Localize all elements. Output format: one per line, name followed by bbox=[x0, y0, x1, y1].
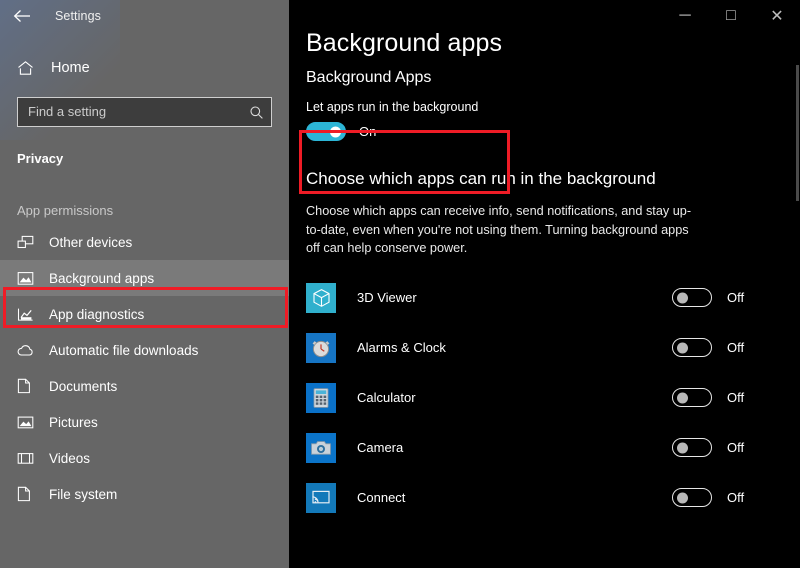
sidebar-item-label: Pictures bbox=[49, 415, 98, 430]
background-apps-icon bbox=[17, 268, 41, 288]
settings-window: Settings Home Find a setting Privacy App… bbox=[0, 0, 800, 568]
scrollbar-thumb[interactable] bbox=[796, 65, 799, 201]
app-name: Connect bbox=[357, 490, 672, 505]
app-name: Alarms & Clock bbox=[357, 340, 672, 355]
file-system-icon bbox=[17, 484, 41, 504]
toggle-knob bbox=[677, 342, 688, 353]
app-name: Camera bbox=[357, 440, 672, 455]
section-subtitle: Background Apps bbox=[289, 58, 800, 87]
app-toggle-switch[interactable] bbox=[672, 288, 712, 307]
sidebar-item-other-devices[interactable]: Other devices bbox=[0, 224, 289, 260]
app-row-camera: Camera Off bbox=[289, 423, 800, 473]
titlebar: Settings bbox=[0, 0, 289, 32]
app-row-3d-viewer: 3D Viewer Off bbox=[289, 273, 800, 323]
toggle-knob bbox=[677, 492, 688, 503]
sidebar-item-label: File system bbox=[49, 487, 117, 502]
master-toggle-switch[interactable] bbox=[306, 122, 346, 141]
sidebar-item-label: Automatic file downloads bbox=[49, 343, 198, 358]
app-toggle-state: Off bbox=[727, 440, 744, 455]
toggle-knob bbox=[677, 292, 688, 303]
app-toggle-switch[interactable] bbox=[672, 388, 712, 407]
sidebar-item-app-diagnostics[interactable]: App diagnostics bbox=[0, 296, 289, 332]
app-toggle-state: Off bbox=[727, 290, 744, 305]
master-toggle-row: On bbox=[306, 122, 506, 141]
window-title: Settings bbox=[55, 9, 101, 23]
other-devices-icon bbox=[17, 232, 41, 252]
app-row-alarms-clock: Alarms & Clock Off bbox=[289, 323, 800, 373]
back-arrow-icon[interactable] bbox=[0, 0, 44, 32]
search-icon[interactable] bbox=[241, 105, 271, 120]
choose-apps-description: Choose which apps can receive info, send… bbox=[289, 189, 693, 258]
app-row-calculator: Calculator Off bbox=[289, 373, 800, 423]
minimize-button[interactable]: ─ bbox=[662, 0, 708, 32]
toggle-knob bbox=[677, 442, 688, 453]
app-diagnostics-icon bbox=[17, 304, 41, 324]
sidebar-item-label: App diagnostics bbox=[49, 307, 144, 322]
master-toggle-state: On bbox=[359, 124, 376, 139]
calculator-icon bbox=[306, 383, 336, 413]
close-button[interactable]: ✕ bbox=[754, 0, 800, 32]
sidebar-item-label: Documents bbox=[49, 379, 117, 394]
app-toggle-switch[interactable] bbox=[672, 338, 712, 357]
search-input[interactable]: Find a setting bbox=[17, 97, 272, 127]
sidebar: Settings Home Find a setting Privacy App… bbox=[0, 0, 289, 568]
connect-icon bbox=[306, 483, 336, 513]
pictures-icon bbox=[17, 412, 41, 432]
app-toggle-state: Off bbox=[727, 490, 744, 505]
cloud-download-icon bbox=[17, 340, 41, 360]
sidebar-item-documents[interactable]: Documents bbox=[0, 368, 289, 404]
sidebar-item-home[interactable]: Home bbox=[0, 51, 289, 85]
home-icon bbox=[17, 60, 43, 76]
toggle-knob bbox=[330, 126, 341, 137]
app-toggle-switch[interactable] bbox=[672, 488, 712, 507]
sidebar-item-label: Other devices bbox=[49, 235, 132, 250]
app-toggle-wrap: Off bbox=[672, 438, 800, 457]
app-name: Calculator bbox=[357, 390, 672, 405]
3d-viewer-icon bbox=[306, 283, 336, 313]
app-toggle-wrap: Off bbox=[672, 488, 800, 507]
app-toggle-state: Off bbox=[727, 340, 744, 355]
toggle-knob bbox=[677, 392, 688, 403]
app-list: 3D Viewer Off Alarms & Clock bbox=[289, 273, 800, 523]
app-toggle-wrap: Off bbox=[672, 288, 800, 307]
maximize-button[interactable]: □ bbox=[708, 0, 754, 32]
search-placeholder: Find a setting bbox=[18, 98, 241, 126]
document-icon bbox=[17, 376, 41, 396]
window-controls: ─ □ ✕ bbox=[662, 0, 800, 32]
sidebar-home-label: Home bbox=[51, 60, 90, 76]
sidebar-item-file-system[interactable]: File system bbox=[0, 476, 289, 512]
sidebar-group-title: App permissions bbox=[0, 203, 289, 218]
main-content: ─ □ ✕ Background apps Background Apps Le… bbox=[289, 0, 800, 568]
app-row-connect: Connect Off bbox=[289, 473, 800, 523]
main-scrollbar[interactable] bbox=[795, 32, 800, 568]
master-toggle-block: Let apps run in the background On bbox=[306, 100, 506, 141]
sidebar-item-background-apps[interactable]: Background apps bbox=[0, 260, 289, 296]
videos-icon bbox=[17, 448, 41, 468]
app-toggle-wrap: Off bbox=[672, 338, 800, 357]
camera-icon bbox=[306, 433, 336, 463]
alarms-clock-icon bbox=[306, 333, 336, 363]
app-toggle-wrap: Off bbox=[672, 388, 800, 407]
sidebar-nav-list: Other devices Background apps bbox=[0, 224, 289, 512]
app-toggle-state: Off bbox=[727, 390, 744, 405]
choose-apps-heading: Choose which apps can run in the backgro… bbox=[289, 141, 800, 189]
sidebar-section-title: Privacy bbox=[0, 151, 289, 166]
sidebar-item-label: Background apps bbox=[49, 271, 154, 286]
app-toggle-switch[interactable] bbox=[672, 438, 712, 457]
sidebar-item-label: Videos bbox=[49, 451, 90, 466]
sidebar-item-videos[interactable]: Videos bbox=[0, 440, 289, 476]
master-toggle-caption: Let apps run in the background bbox=[306, 100, 506, 114]
sidebar-item-pictures[interactable]: Pictures bbox=[0, 404, 289, 440]
app-name: 3D Viewer bbox=[357, 290, 672, 305]
sidebar-item-automatic-file-downloads[interactable]: Automatic file downloads bbox=[0, 332, 289, 368]
